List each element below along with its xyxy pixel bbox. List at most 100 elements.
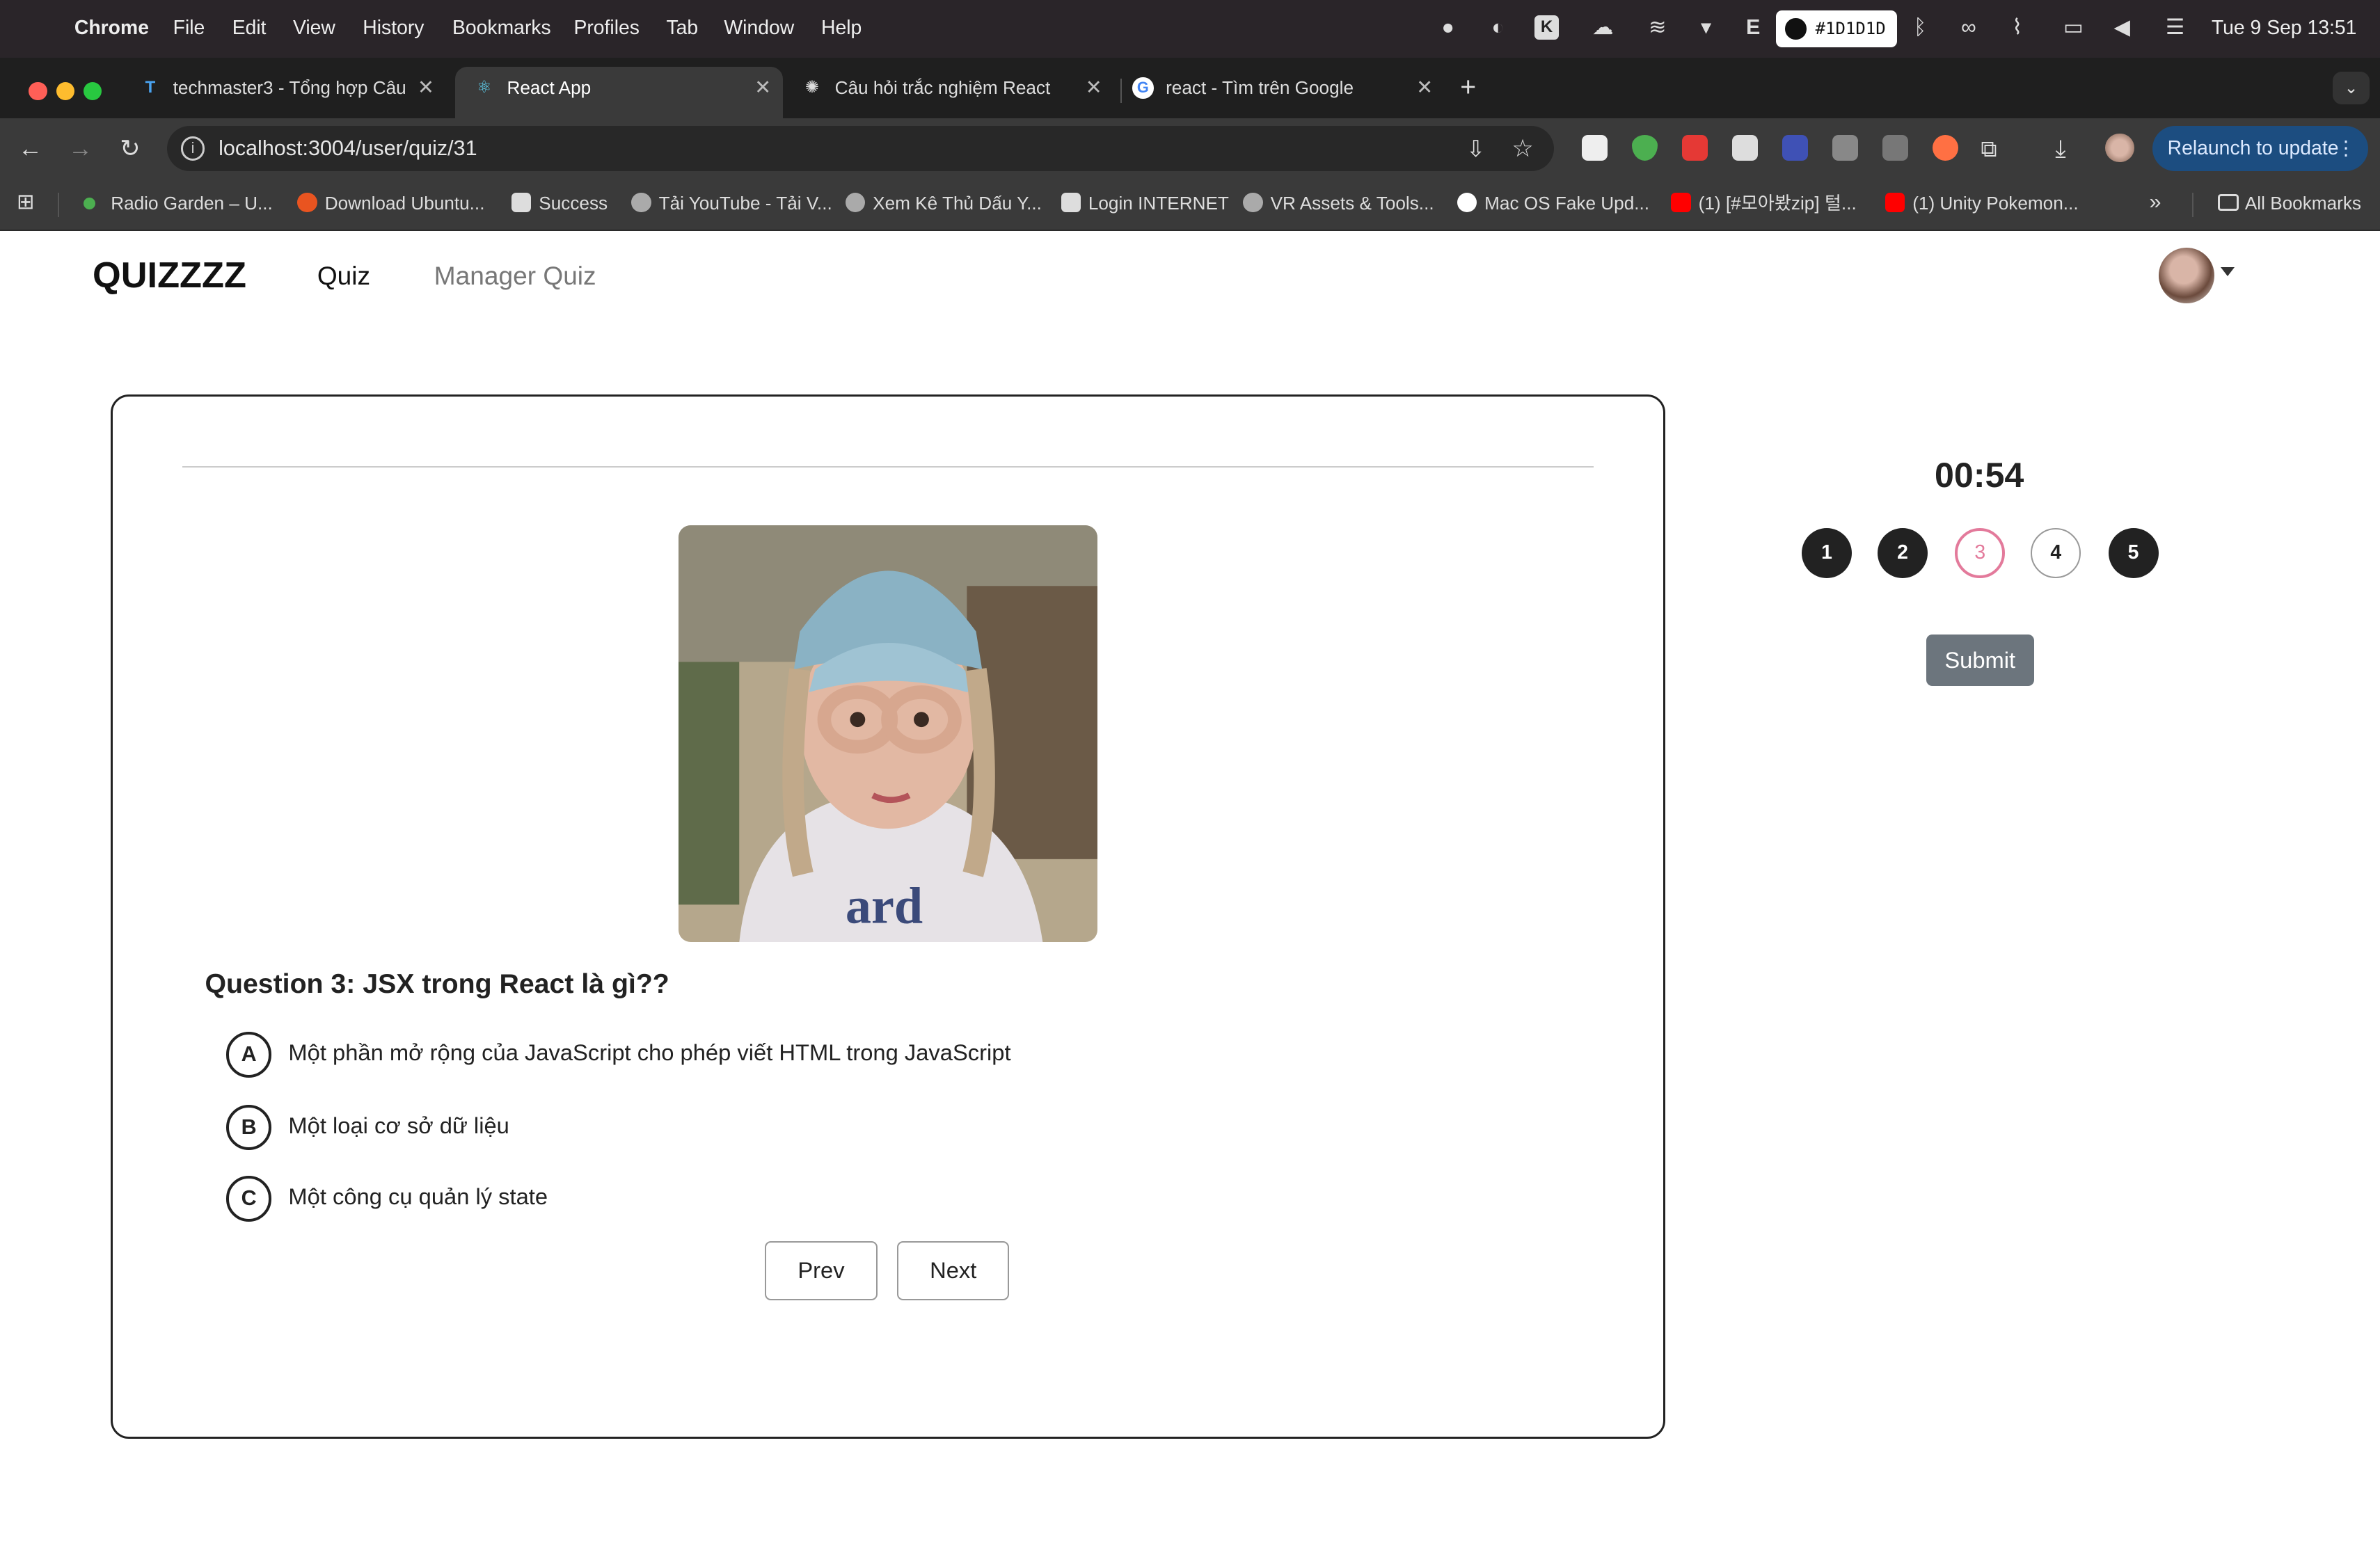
minimize-window-icon[interactable] xyxy=(56,81,74,100)
bookmark-star-icon[interactable]: ☆ xyxy=(1512,126,1533,171)
prev-button[interactable]: Prev xyxy=(765,1241,878,1301)
close-window-icon[interactable] xyxy=(29,81,47,100)
forward-icon[interactable]: → xyxy=(68,134,93,164)
address-bar[interactable]: i localhost:3004/user/quiz/31 ⇩ ☆ xyxy=(166,126,1555,172)
next-button[interactable]: Next xyxy=(897,1241,1010,1301)
battery-icon[interactable]: ▭ xyxy=(2055,15,2091,40)
vpn-status-icon[interactable]: ◐ xyxy=(1486,15,1510,40)
all-bookmarks-folder[interactable]: All Bookmarks xyxy=(2217,191,2362,216)
globe-icon xyxy=(845,192,866,213)
close-tab-icon[interactable]: ✕ xyxy=(1416,67,1433,109)
bookmark-radio-garden[interactable]: Radio Garden – U... xyxy=(83,191,273,216)
e-app-icon[interactable]: E xyxy=(1741,15,1766,40)
tab-google-search[interactable]: G react - Tìm trên Google ✕ xyxy=(1114,67,1445,118)
bookmark-label: Tải YouTube - Tải V... xyxy=(658,192,832,214)
profile-avatar[interactable] xyxy=(2105,133,2134,163)
relaunch-to-update-button[interactable]: Relaunch to update ⋮ xyxy=(2152,126,2368,172)
gray-extension-icon[interactable] xyxy=(1882,135,1908,161)
react-icon: ⚛ xyxy=(477,78,492,97)
bookmark-unity-pokemon[interactable]: (1) Unity Pokemon... xyxy=(1885,191,2079,216)
menu-bookmarks[interactable]: Bookmarks xyxy=(452,17,551,40)
bookmark-tai-youtube[interactable]: Tải YouTube - Tải V... xyxy=(631,191,832,216)
bookmark-label: Download Ubuntu... xyxy=(324,192,485,214)
bookmark-label: Login INTERNET xyxy=(1088,192,1229,214)
translate-extension-icon[interactable] xyxy=(1782,135,1808,161)
browser-toolbar: ← → ↻ i localhost:3004/user/quiz/31 ⇩ ☆ … xyxy=(0,118,2380,179)
weather-icon[interactable]: ☁ xyxy=(1591,15,1615,40)
bluetooth-icon[interactable]: ᛒ xyxy=(1908,15,1933,40)
bookmark-label: Success xyxy=(539,192,608,214)
orange-extension-icon[interactable] xyxy=(1932,135,1958,161)
menu-app-chrome[interactable]: Chrome xyxy=(74,17,149,40)
bookmark-mac-os-fake[interactable]: Mac OS Fake Upd... xyxy=(1457,191,1649,216)
bookmark-label: Mac OS Fake Upd... xyxy=(1484,192,1650,214)
k-app-icon[interactable]: K xyxy=(1534,15,1559,40)
link-icon[interactable]: ∞ xyxy=(1953,15,1984,40)
caret-down-icon[interactable] xyxy=(2220,266,2235,276)
bookmark-login-internet[interactable]: Login INTERNET xyxy=(1061,191,1229,216)
all-bookmarks-label: All Bookmarks xyxy=(2244,192,2362,214)
menu-file[interactable]: File xyxy=(173,17,205,40)
techmaster-icon: T xyxy=(145,78,156,97)
tab-cau-hoi[interactable]: ✺ Câu hỏi trắc nghiệm React ✕ xyxy=(783,67,1113,118)
more-menu-icon[interactable]: ⋮ xyxy=(2336,126,2356,171)
bookmark-success[interactable]: Success xyxy=(511,191,608,216)
question-photo: ard xyxy=(678,525,1097,943)
back-icon[interactable]: ← xyxy=(18,134,42,164)
glasses-extension-icon[interactable] xyxy=(1731,135,1758,161)
menu-view[interactable]: View xyxy=(293,17,335,40)
site-info-icon[interactable]: i xyxy=(180,136,205,161)
globe-icon xyxy=(1243,192,1263,213)
color-picker-widget[interactable]: #1D1D1D xyxy=(1775,10,1898,47)
close-tab-icon[interactable]: ✕ xyxy=(418,67,434,109)
question-nav-4[interactable]: 4 xyxy=(2031,528,2081,578)
tab-search-icon[interactable]: ⌄ xyxy=(2333,71,2370,105)
tab-react-app[interactable]: ⚛ React App ✕ xyxy=(455,66,784,119)
question-nav-1[interactable]: 1 xyxy=(1801,528,1852,578)
install-app-icon[interactable]: ⇩ xyxy=(1466,126,1485,171)
red-extension-icon[interactable] xyxy=(1681,135,1708,161)
close-tab-icon[interactable]: ✕ xyxy=(754,67,771,109)
downloads-icon[interactable]: ⤓ xyxy=(2055,134,2065,164)
more-bookmarks-icon[interactable]: » xyxy=(2149,190,2161,214)
menu-help[interactable]: Help xyxy=(821,17,862,40)
bookmark-ubuntu[interactable]: Download Ubuntu... xyxy=(297,191,484,216)
shield-extension-icon[interactable] xyxy=(1631,135,1658,161)
dots-status-icon[interactable]: ● xyxy=(1436,15,1460,40)
youtube-icon xyxy=(1671,192,1691,213)
extensions-puzzle-icon[interactable]: ⧉ xyxy=(1981,134,1997,164)
question-nav-3[interactable]: 3 xyxy=(1955,528,2006,578)
apps-grid-icon[interactable]: ⊞ xyxy=(17,190,35,214)
stripes-app-icon[interactable]: ≋ xyxy=(1645,15,1669,40)
extension-screen-icon[interactable] xyxy=(1581,135,1608,161)
activity-icon[interactable]: ⌇ xyxy=(2005,15,2029,40)
apple-bookmark-icon xyxy=(1457,192,1477,213)
question-nav-2[interactable]: 2 xyxy=(1878,528,1928,578)
site-logo[interactable]: QUIZZZZ xyxy=(93,255,246,296)
mask-extension-icon[interactable] xyxy=(1832,135,1858,161)
bookmark-xem-ke[interactable]: Xem Kê Thủ Dấu Y... xyxy=(845,191,1042,216)
bookmark-label: Radio Garden – U... xyxy=(111,192,273,214)
bookmark-label: Xem Kê Thủ Dấu Y... xyxy=(873,192,1042,214)
user-avatar[interactable] xyxy=(2158,247,2215,304)
menu-tab[interactable]: Tab xyxy=(667,17,699,40)
nav-manager-quiz[interactable]: Manager Quiz xyxy=(434,261,596,291)
menubar-clock[interactable]: Tue 9 Sep 13:51 xyxy=(2212,17,2357,40)
new-tab-icon[interactable]: + xyxy=(1460,72,1476,103)
zoom-window-icon[interactable] xyxy=(83,81,102,100)
menu-edit[interactable]: Edit xyxy=(232,17,267,40)
nav-quiz[interactable]: Quiz xyxy=(317,261,370,291)
control-center-icon[interactable]: ☰ xyxy=(2159,15,2192,40)
bookmark-youtube-1[interactable]: (1) [#모아봤zip] 털... xyxy=(1671,191,1857,216)
question-nav-5[interactable]: 5 xyxy=(2108,528,2159,578)
volume-icon[interactable]: ◀ xyxy=(2110,15,2134,40)
menu-window[interactable]: Window xyxy=(724,17,794,40)
cup-icon[interactable]: ▾ xyxy=(1694,15,1718,40)
menu-history[interactable]: History xyxy=(363,17,424,40)
submit-button[interactable]: Submit xyxy=(1926,634,2034,686)
tab-techmaster[interactable]: T techmaster3 - Tổng hợp Câu ✕ xyxy=(121,67,446,118)
menu-profiles[interactable]: Profiles xyxy=(573,17,640,40)
bookmark-vr-assets[interactable]: VR Assets & Tools... xyxy=(1243,191,1434,216)
close-tab-icon[interactable]: ✕ xyxy=(1086,67,1102,109)
reload-icon[interactable]: ↻ xyxy=(120,134,140,164)
